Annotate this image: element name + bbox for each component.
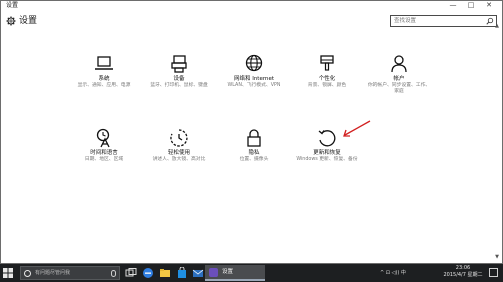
store-icon[interactable] [176, 267, 188, 279]
maximize-button[interactable]: □ [464, 1, 478, 11]
close-button[interactable]: ✕ [482, 1, 496, 11]
clock[interactable]: 23:06 2015/4/7 星期二 [443, 265, 483, 279]
page-title: 设置 [19, 16, 38, 26]
cortana-icon [24, 270, 31, 277]
lock-icon [247, 129, 261, 147]
system-tray[interactable]: ^ ⊡ ◁)) 中 [380, 268, 406, 278]
tile-personalization-name: 个性化 [318, 76, 336, 82]
tile-privacy-name: 隐私 [248, 150, 260, 156]
tile-ease-of-access-desc: 讲述人、放大镜、高对比 [152, 157, 206, 162]
tile-devices[interactable]: 设备 蓝牙、打印机、鼠标、键盘 [146, 53, 212, 103]
tile-network[interactable]: 网络和 Internet WLAN、飞行模式、VPN [221, 53, 287, 103]
tile-accounts-name: 帐户 [393, 76, 405, 82]
person-icon [391, 55, 407, 73]
tile-system-name: 系统 [98, 76, 110, 82]
red-arrow [343, 120, 371, 137]
tile-personalization[interactable]: 个性化 背景、锁屏、颜色 [294, 53, 360, 103]
window-title: 设置 [6, 2, 19, 9]
tile-personalization-desc: 背景、锁屏、颜色 [307, 83, 347, 88]
clock-date: 2015/4/7 星期二 [443, 272, 483, 278]
tile-devices-name: 设备 [173, 76, 185, 82]
scroll-down-icon[interactable]: ▼ [494, 254, 500, 260]
search-box[interactable] [390, 15, 497, 27]
gear-icon [6, 16, 16, 26]
tile-ease-of-access[interactable]: 轻松使用 讲述人、放大镜、高对比 [146, 127, 212, 177]
minimize-button[interactable]: — [446, 1, 460, 11]
tile-time-language[interactable]: 时间和语言 日期、地区、区域 [71, 127, 137, 177]
tile-privacy-desc: 位置、摄像头 [239, 157, 269, 162]
tile-devices-desc: 蓝牙、打印机、鼠标、键盘 [150, 83, 208, 88]
cortana-search-box[interactable]: 有问题尽管问我 [20, 266, 120, 280]
tile-network-name: 网络和 Internet [233, 76, 275, 82]
tile-time-language-desc: 日期、地区、区域 [84, 157, 124, 162]
microphone-icon[interactable] [111, 270, 116, 277]
ease-of-access-icon [170, 129, 188, 147]
taskbar: 有问题尽管问我 设置 ^ ⊡ ◁)) 中 23:06 2015/4/7 星期二 [0, 264, 503, 282]
refresh-icon [318, 130, 336, 147]
time-language-icon [96, 128, 110, 148]
title-bar: 设置 — □ ✕ [1, 1, 502, 11]
scroll-up-icon[interactable]: ▲ [494, 23, 500, 29]
edge-browser-icon[interactable] [142, 267, 154, 279]
settings-window: 设置 — □ ✕ 设置 系统 显示、通知、应用、电 [0, 0, 503, 264]
windows-start-icon[interactable] [3, 268, 13, 278]
tile-update-recovery-desc: Windows 更新、恢复、备份 [296, 157, 358, 162]
tile-time-language-name: 时间和语言 [90, 150, 118, 156]
task-view-icon[interactable] [125, 267, 137, 279]
taskbar-app-label: 设置 [222, 269, 234, 275]
tile-network-desc: WLAN、飞行模式、VPN [227, 83, 281, 88]
tile-accounts-desc: 你的帐户、同步设置、工作、家庭 [367, 83, 431, 94]
clock-time: 23:06 [455, 265, 471, 271]
taskbar-settings-app[interactable]: 设置 [205, 265, 265, 281]
tile-update-recovery-name: 更新和恢复 [313, 150, 341, 156]
tile-privacy[interactable]: 隐私 位置、摄像头 [221, 127, 287, 177]
tile-system-desc: 显示、通知、应用、电源 [77, 83, 131, 88]
search-input[interactable] [394, 16, 480, 26]
globe-icon [245, 54, 263, 72]
paintbrush-icon [320, 55, 334, 71]
action-center-icon[interactable] [489, 268, 498, 277]
mail-icon[interactable] [192, 267, 204, 279]
cortana-placeholder: 有问题尽管问我 [35, 270, 71, 276]
laptop-icon [95, 56, 113, 70]
settings-app-icon [209, 268, 218, 277]
tile-system[interactable]: 系统 显示、通知、应用、电源 [71, 53, 137, 103]
tile-accounts[interactable]: 帐户 你的帐户、同步设置、工作、家庭 [366, 53, 432, 103]
search-icon[interactable] [486, 17, 494, 25]
file-explorer-icon[interactable] [159, 267, 171, 279]
tile-ease-of-access-name: 轻松使用 [167, 150, 190, 156]
devices-icon [171, 55, 187, 73]
